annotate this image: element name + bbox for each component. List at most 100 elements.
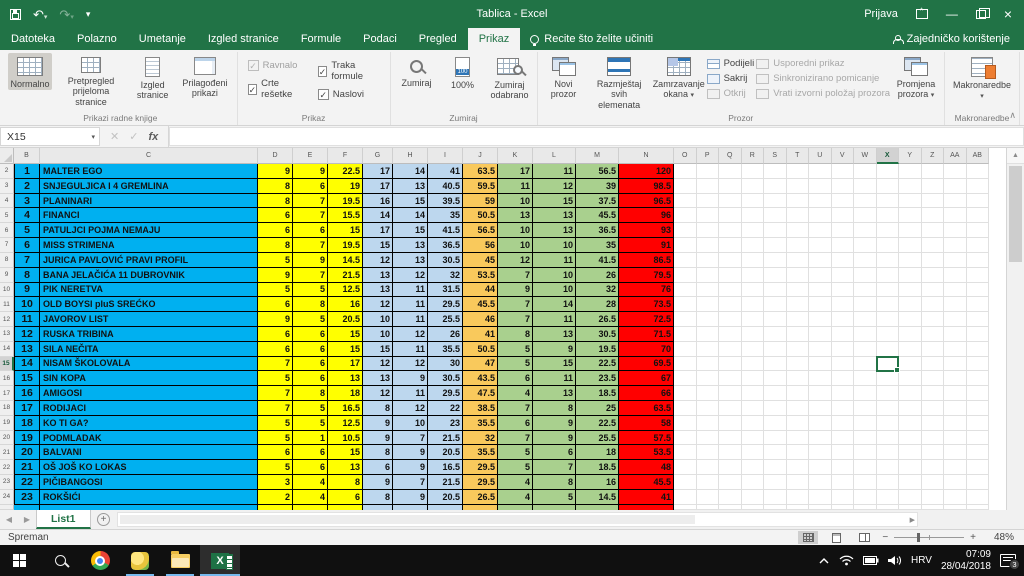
cell-team-name[interactable]: NISAM ŠKOLOVALA (40, 356, 258, 372)
row-header-24[interactable]: 24 (0, 489, 14, 505)
cell[interactable]: 67 (619, 371, 674, 387)
cell[interactable]: 14.5 (576, 489, 619, 505)
col-header-C[interactable]: C (40, 148, 258, 164)
cell[interactable] (876, 401, 899, 416)
cell[interactable]: 5 (258, 371, 293, 387)
cell[interactable]: 45 (463, 252, 498, 268)
cell[interactable] (966, 415, 989, 431)
cell[interactable] (831, 489, 854, 505)
cell[interactable] (854, 326, 877, 342)
cell[interactable] (786, 223, 809, 239)
cell[interactable] (741, 445, 764, 461)
col-header-M[interactable]: M (576, 148, 619, 164)
cell[interactable] (674, 386, 697, 401)
cell[interactable]: 13 (393, 252, 428, 268)
cell[interactable] (719, 475, 742, 490)
cell[interactable] (876, 475, 899, 490)
cell[interactable]: 21.5 (328, 267, 363, 283)
cell[interactable] (921, 371, 944, 387)
cell-rank[interactable]: 21 (14, 460, 40, 476)
cell[interactable]: 93 (619, 223, 674, 239)
cell-rank[interactable]: 2 (14, 178, 40, 194)
cell[interactable] (921, 401, 944, 416)
cell[interactable] (764, 178, 787, 194)
zoom-thumb[interactable] (916, 533, 920, 542)
cell[interactable]: 5 (498, 356, 533, 372)
cell[interactable] (831, 208, 854, 224)
cell[interactable] (764, 356, 787, 372)
cell[interactable]: 47 (463, 356, 498, 372)
vertical-scroll-thumb[interactable] (1009, 166, 1022, 262)
cell[interactable]: 8 (293, 386, 328, 401)
cell[interactable] (696, 356, 719, 372)
cell[interactable]: 91 (619, 238, 674, 253)
cell[interactable]: 50.5 (463, 341, 498, 357)
cell[interactable]: 5 (258, 430, 293, 446)
cell[interactable]: 9 (533, 341, 576, 357)
cell[interactable] (899, 341, 922, 357)
cell[interactable]: 7 (498, 401, 533, 416)
cell[interactable] (944, 238, 967, 253)
cell[interactable] (764, 326, 787, 342)
cell[interactable]: 6 (328, 489, 363, 505)
sheet-nav-right-icon[interactable]: ▶ (18, 510, 36, 529)
cell[interactable] (944, 223, 967, 239)
cell[interactable] (831, 238, 854, 253)
cell[interactable] (921, 252, 944, 268)
cell[interactable]: 5 (258, 282, 293, 298)
cell[interactable]: 63.5 (463, 164, 498, 179)
cell-team-name[interactable]: PATULJCI POJMA NEMAJU (40, 223, 258, 239)
cell[interactable]: 8 (498, 326, 533, 342)
cell-team-name[interactable]: FINANCI (40, 208, 258, 224)
cell[interactable] (809, 267, 832, 283)
cell[interactable] (854, 208, 877, 224)
cell[interactable]: 13 (533, 326, 576, 342)
cell[interactable] (944, 489, 967, 505)
cell[interactable]: 12.5 (328, 415, 363, 431)
row-header-22[interactable]: 22 (0, 460, 14, 476)
cell[interactable]: 6 (293, 178, 328, 194)
cell[interactable] (764, 238, 787, 253)
cell[interactable] (876, 297, 899, 313)
cell[interactable] (831, 312, 854, 327)
row-header-5[interactable]: 5 (0, 208, 14, 224)
cell[interactable]: 9 (258, 267, 293, 283)
cell[interactable]: 6 (293, 371, 328, 387)
cell[interactable]: 6 (293, 460, 328, 476)
cell-team-name[interactable]: SIN KOPA (40, 371, 258, 387)
cell[interactable] (921, 238, 944, 253)
cell[interactable]: 66 (619, 386, 674, 401)
cell[interactable] (944, 326, 967, 342)
cell[interactable] (741, 326, 764, 342)
cell[interactable] (899, 164, 922, 179)
arrange-all-button[interactable]: Razmještaj svih elemenata (588, 53, 651, 111)
cell[interactable] (674, 430, 697, 446)
cell[interactable] (966, 208, 989, 224)
cell[interactable]: 9 (498, 282, 533, 298)
gridlines-checkbox[interactable]: ✓ Crte rešetke (247, 78, 304, 100)
cell[interactable] (764, 341, 787, 357)
cell[interactable]: 98.5 (619, 178, 674, 194)
cell[interactable]: 12 (363, 252, 393, 268)
cell[interactable]: 11 (533, 164, 576, 179)
cell[interactable]: 15 (533, 193, 576, 209)
cell-team-name[interactable]: KO TI GA? (40, 415, 258, 431)
row-header-3[interactable]: 3 (0, 178, 14, 194)
row-header-12[interactable]: 12 (0, 312, 14, 327)
cell[interactable]: 41.5 (428, 223, 463, 239)
cell[interactable] (831, 460, 854, 476)
undo-icon[interactable]: ↶▾ (33, 8, 47, 21)
cell[interactable]: 4 (293, 475, 328, 490)
cell[interactable] (809, 164, 832, 179)
cell-team-name[interactable]: ROKŠIĆI (40, 489, 258, 505)
cell[interactable] (899, 460, 922, 476)
cell-rank[interactable]: 7 (14, 252, 40, 268)
formula-bar-checkbox[interactable]: ✓ Traka formule (317, 60, 380, 82)
cell[interactable]: 20.5 (328, 312, 363, 327)
cell[interactable]: 15 (363, 238, 393, 253)
cell[interactable]: 18.5 (576, 386, 619, 401)
cell[interactable] (921, 356, 944, 372)
cell[interactable]: 15 (328, 326, 363, 342)
cell[interactable]: 12 (393, 356, 428, 372)
col-header-G[interactable]: G (363, 148, 393, 164)
